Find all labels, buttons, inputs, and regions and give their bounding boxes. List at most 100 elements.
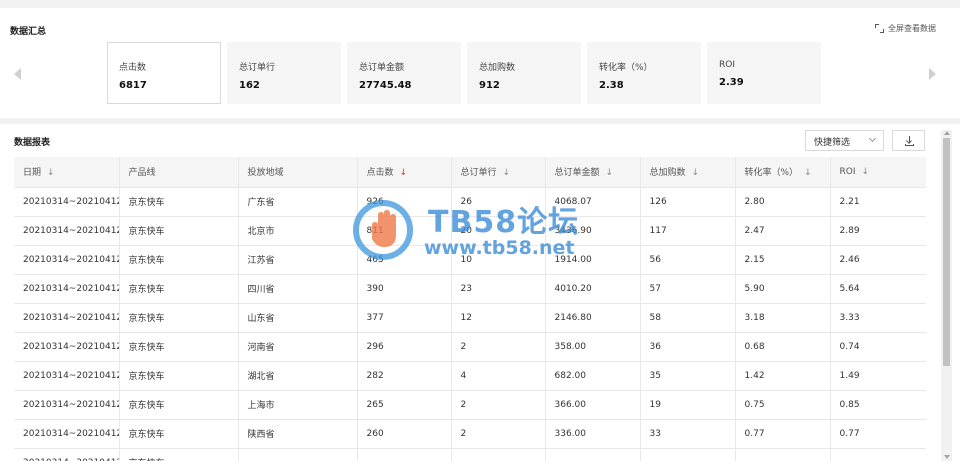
metric-card-clicks[interactable]: 点击数 6817 (107, 42, 221, 104)
scrollbar-thumb[interactable] (943, 138, 950, 366)
table-cell (238, 448, 358, 461)
table-cell: 282 (357, 361, 452, 391)
sort-arrow-icon[interactable]: ↓ (47, 168, 55, 178)
table-row: 20210314~20210412 京东快车 陕西省 260 2 336.00 33 0.77… (14, 419, 926, 449)
quick-filter-select[interactable]: 快捷筛选 (805, 130, 884, 151)
table-cell: 811 (357, 216, 452, 246)
table-cell: 2 (451, 419, 546, 449)
table-cell: 2.15 (735, 245, 831, 275)
table-cell: 2.21 (830, 187, 926, 217)
column-header[interactable]: 点击数 ↓ (357, 157, 452, 188)
metric-label: 总订单金额 (359, 63, 405, 73)
table-cell: 河南省 (238, 332, 358, 362)
sort-arrow-icon[interactable]: ↓ (606, 168, 614, 178)
metric-value: 912 (479, 80, 500, 91)
table-cell: 京东快车 (119, 390, 239, 420)
table-cell: 2.47 (735, 216, 831, 246)
summary-panel: 数据汇总 全屏查看数据 点击数 6817 总订单行 162 总订单金额 2774… (0, 8, 960, 118)
metric-card-conversion[interactable]: 转化率（%） 2.38 (587, 42, 701, 104)
column-header[interactable]: 投放地域 (238, 157, 358, 188)
table-cell: 5.64 (830, 274, 926, 304)
vertical-scrollbar[interactable] (941, 130, 952, 461)
table-cell: 20210314~20210412 (14, 187, 120, 217)
column-header[interactable]: 产品线 (119, 157, 239, 188)
table-cell: 58 (640, 303, 736, 333)
table-cell: 陕西省 (238, 419, 358, 449)
table-cell (451, 448, 546, 461)
metric-card-roi[interactable]: ROI 2.39 (707, 42, 821, 104)
quick-filter-label: 快捷筛选 (814, 138, 851, 148)
sort-arrow-icon[interactable]: ↓ (862, 167, 870, 177)
table-cell: 0.68 (735, 332, 831, 362)
sort-arrow-icon[interactable]: ↓ (692, 168, 700, 178)
column-header[interactable]: 日期 ↓ (14, 157, 120, 188)
metric-card-add-to-cart[interactable]: 总加购数 912 (467, 42, 581, 104)
metric-value: 2.39 (719, 77, 744, 88)
column-header-label: 总订单行 (460, 168, 497, 179)
metric-label: 总加购数 (479, 63, 516, 73)
metric-label: 转化率（%） (599, 63, 653, 73)
column-header[interactable]: 总订单行 ↓ (451, 157, 546, 188)
table-cell: 390 (357, 274, 452, 304)
table-header-row: 日期 ↓ 产品线 投放地域 点击数 ↓ 总订单行 ↓ 总订单金额 ↓ 总加购数 ↓ 转化率（%） ↓ ROI… (14, 157, 926, 188)
table-cell (735, 448, 831, 461)
table-cell (357, 448, 452, 461)
table-cell: 0.85 (830, 390, 926, 420)
table-cell: 366.00 (545, 390, 641, 420)
column-header[interactable]: 总订单金额 ↓ (545, 157, 641, 188)
column-header[interactable]: 总加购数 ↓ (640, 157, 736, 188)
table-cell: 2 (451, 332, 546, 362)
table-row: 20210314~20210412京东快车 (14, 448, 926, 461)
table-cell: 1.42 (735, 361, 831, 391)
table-cell: 20210314~20210412 (14, 332, 120, 362)
column-header-label: 点击数 (366, 168, 394, 179)
table-cell: 0.77 (735, 419, 831, 449)
table-cell: 3436.90 (545, 216, 641, 246)
table-cell: 126 (640, 187, 736, 217)
download-button[interactable] (892, 130, 925, 151)
table-cell: 北京市 (238, 216, 358, 246)
table-row: 20210314~20210412 京东快车 湖北省 282 4 682.00 35 1.42… (14, 361, 926, 391)
table-cell: 京东快车 (119, 187, 239, 217)
sort-arrow-icon[interactable]: ↓ (400, 168, 408, 178)
table-cell: 江苏省 (238, 245, 358, 275)
table-cell: 682.00 (545, 361, 641, 391)
scroll-down-icon[interactable] (944, 455, 950, 459)
metric-value: 27745.48 (359, 80, 412, 91)
table-cell: 京东快车 (119, 216, 239, 246)
table-cell: 56 (640, 245, 736, 275)
scroll-up-icon[interactable] (944, 131, 950, 135)
carousel-prev-icon[interactable] (14, 68, 21, 80)
table-cell: 20210314~20210412 (14, 419, 120, 449)
metric-card-order-amount[interactable]: 总订单金额 27745.48 (347, 42, 461, 104)
table-cell: 1914.00 (545, 245, 641, 275)
table-cell: 4010.20 (545, 274, 641, 304)
column-header[interactable]: ROI ↓ (830, 157, 926, 188)
metric-card-orders[interactable]: 总订单行 162 (227, 42, 341, 104)
metric-value: 6817 (119, 80, 147, 91)
table-cell: 京东快车 (119, 332, 239, 362)
table-cell (830, 448, 926, 461)
report-panel: 数据报表 快捷筛选 日期 ↓ 产品线 投放地域 点击数 ↓ 总订单行 ↓ 总订单金额 ↓ 总加购数 ↓… (0, 124, 960, 461)
fullscreen-button[interactable]: 全屏查看数据 (875, 23, 936, 34)
column-header-label: ROI (839, 166, 856, 177)
table-cell: 3.33 (830, 303, 926, 333)
column-header-label: 总订单金额 (554, 168, 600, 179)
report-table: 日期 ↓ 产品线 投放地域 点击数 ↓ 总订单行 ↓ 总订单金额 ↓ 总加购数 ↓ 转化率（%） ↓ ROI… (14, 157, 926, 461)
table-cell: 57 (640, 274, 736, 304)
carousel-next-icon[interactable] (929, 68, 936, 80)
table-row: 20210314~20210412 京东快车 山东省 377 12 2146.80 58 3.… (14, 303, 926, 333)
sort-arrow-icon[interactable]: ↓ (503, 168, 511, 178)
table-cell: 377 (357, 303, 452, 333)
table-cell: 260 (357, 419, 452, 449)
table-cell: 0.77 (830, 419, 926, 449)
table-cell: 4 (451, 361, 546, 391)
download-tray-icon (905, 144, 914, 146)
table-row: 20210314~20210412 京东快车 广东省 926 26 4068.07 126 2… (14, 187, 926, 217)
column-header-label: 产品线 (128, 168, 156, 179)
sort-arrow-icon[interactable]: ↓ (804, 168, 812, 178)
column-header[interactable]: 转化率（%） ↓ (735, 157, 831, 188)
table-cell (545, 448, 641, 461)
table-cell: 京东快车 (119, 448, 239, 461)
chevron-down-icon (868, 134, 877, 143)
